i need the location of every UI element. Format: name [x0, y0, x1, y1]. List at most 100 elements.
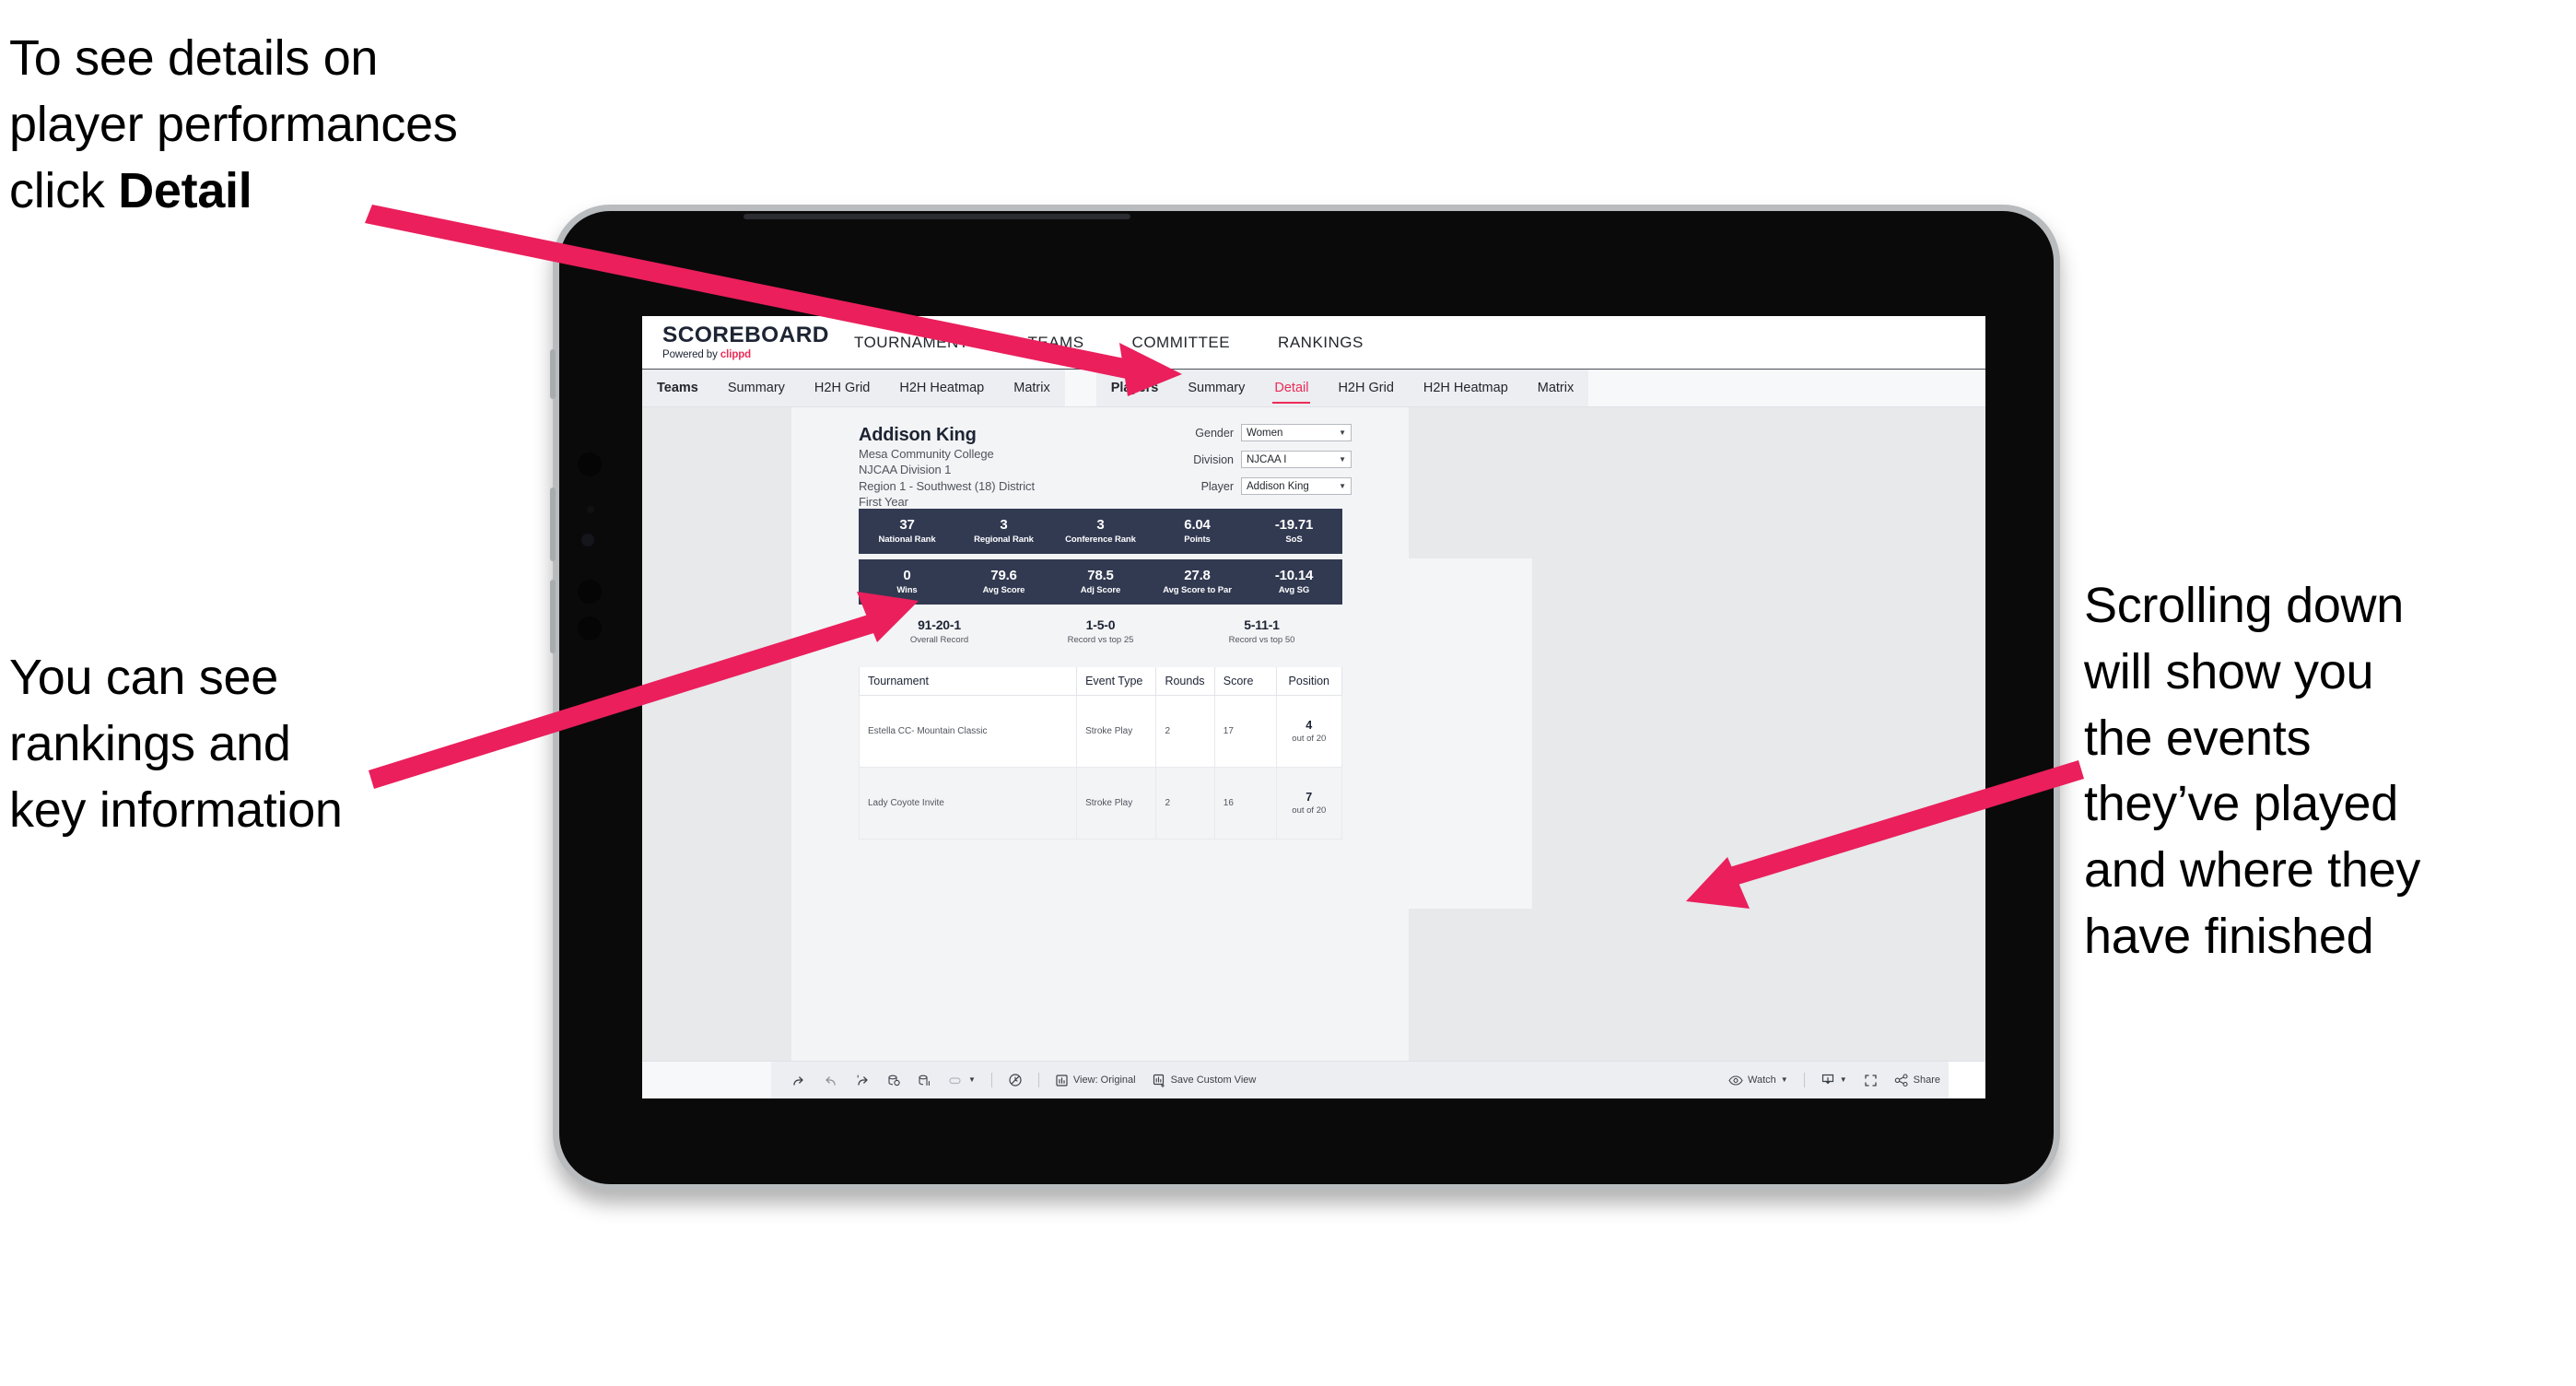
brand-title: SCOREBOARD — [662, 323, 829, 347]
pause-auto-update-button[interactable] — [1000, 1062, 1031, 1098]
viz-toolbar: ▼ View: Original Save Custom View Watch … — [642, 1061, 1985, 1098]
filter-label-division: Division — [1193, 452, 1234, 466]
stat-value: -19.71 — [1274, 516, 1314, 533]
subnav-item-players-h2h-heatmap[interactable]: H2H Heatmap — [1409, 370, 1523, 406]
tablet-speaker-grille — [744, 214, 1130, 219]
tablet-sensor-dot — [587, 506, 594, 513]
tablet-power-button[interactable] — [550, 349, 556, 399]
column-header-tournament[interactable]: Tournament — [858, 667, 1078, 696]
stat-avg-score: 79.6 Avg Score — [955, 567, 1052, 595]
share-button[interactable]: Share — [1886, 1062, 1949, 1098]
nav-item-teams[interactable]: TEAMS — [1003, 316, 1107, 369]
cell-score: 16 — [1213, 767, 1277, 840]
table-row[interactable]: Lady Coyote Invite Stroke Play 2 16 7 ou… — [858, 767, 1343, 840]
stat-avg-sg: -10.14 Avg SG — [1246, 567, 1342, 596]
filter-select-player[interactable]: Addison King ▼ — [1241, 477, 1352, 495]
cell-rounds: 2 — [1155, 695, 1215, 768]
annotation-detail-bold: Detail — [118, 162, 252, 218]
stat-value: 0 — [903, 567, 911, 583]
download-button[interactable]: ▼ — [1812, 1062, 1856, 1098]
record-overall: 91-20-1 Overall Record — [859, 617, 1020, 644]
view-original-icon — [1055, 1074, 1069, 1087]
view-original-button[interactable]: View: Original — [1047, 1062, 1144, 1098]
redo-button[interactable] — [814, 1062, 847, 1098]
filter-select-division[interactable]: NJCAA I ▼ — [1241, 451, 1352, 468]
subnav-divider — [1064, 370, 1096, 406]
player-name: Addison King — [859, 425, 977, 445]
player-division: NJCAA Division 1 — [859, 463, 952, 477]
column-header-position[interactable]: Position — [1275, 667, 1343, 696]
stat-value: 79.6 — [990, 567, 1017, 583]
nav-item-tournaments[interactable]: TOURNAMENTS — [830, 316, 1003, 369]
subnav-item-teams-matrix[interactable]: Matrix — [999, 370, 1064, 406]
filter-value-gender: Women — [1247, 427, 1283, 439]
stat-label: Avg SG — [1278, 585, 1310, 596]
fullscreen-button[interactable] — [1856, 1062, 1886, 1098]
toolbar-divider — [1803, 1073, 1805, 1087]
pause-data-button[interactable] — [909, 1062, 940, 1098]
chevron-down-icon: ▼ — [1339, 428, 1346, 437]
stat-wins: 0 Wins — [859, 567, 955, 596]
brand-logo[interactable]: SCOREBOARD Powered by clippd — [642, 324, 830, 361]
brand-sub-prefix: Powered by — [662, 349, 720, 360]
save-custom-view-label: Save Custom View — [1170, 1075, 1257, 1086]
save-custom-view-button[interactable]: Save Custom View — [1144, 1062, 1265, 1098]
record-value: 91-20-1 — [918, 617, 961, 633]
share-icon — [1894, 1073, 1909, 1087]
subnav-item-players[interactable]: Players — [1096, 370, 1174, 406]
column-header-event-type[interactable]: Event Type — [1076, 667, 1157, 696]
filter-panel: Gender Women ▼ Division NJCAA I ▼ Player… — [1171, 424, 1352, 504]
subnav-item-players-summary[interactable]: Summary — [1173, 370, 1259, 406]
refresh-data-button[interactable] — [879, 1062, 909, 1098]
subnav-item-teams-h2h-heatmap[interactable]: H2H Heatmap — [884, 370, 999, 406]
pan-mode-button[interactable]: ▼ — [940, 1062, 984, 1098]
subnav-item-teams-summary[interactable]: Summary — [713, 370, 800, 406]
tablet-device: SCOREBOARD Powered by clippd TOURNAMENTS… — [550, 205, 2060, 1191]
toolbar-left-pad — [642, 1062, 771, 1098]
toolbar-divider — [990, 1073, 992, 1087]
tablet-volume-up-button[interactable] — [550, 487, 556, 561]
pause-data-icon — [918, 1074, 931, 1087]
filter-select-gender[interactable]: Women ▼ — [1241, 424, 1352, 441]
watch-button[interactable]: Watch ▼ — [1720, 1062, 1797, 1098]
player-region: Region 1 - Southwest (18) District — [859, 478, 1035, 493]
subnav-item-players-matrix[interactable]: Matrix — [1523, 370, 1588, 406]
stat-value: 6.04 — [1184, 516, 1211, 533]
stat-sos: -19.71 SoS — [1246, 516, 1342, 545]
cell-tournament: Estella CC- Mountain Classic — [858, 695, 1078, 768]
chevron-down-icon: ▼ — [968, 1075, 976, 1084]
undo-button[interactable] — [782, 1062, 814, 1098]
chevron-down-icon: ▼ — [1339, 454, 1346, 464]
nav-item-rankings[interactable]: RANKINGS — [1254, 316, 1388, 369]
subnav-item-players-h2h-grid[interactable]: H2H Grid — [1323, 370, 1408, 406]
subnav-item-players-detail[interactable]: Detail — [1259, 370, 1323, 406]
nav-item-committee[interactable]: COMMITTEE — [1108, 316, 1255, 369]
brand-subtitle: Powered by clippd — [662, 349, 830, 360]
table-header-row: Tournament Event Type Rounds Score Posit… — [858, 667, 1343, 696]
stats-strip-scoring: 0 Wins 79.6 Avg Score 78.5 Adj Score 27.… — [859, 559, 1342, 605]
position-number: 7 — [1306, 791, 1313, 804]
tablet-volume-down-button[interactable] — [550, 580, 556, 653]
cell-position: 4 out of 20 — [1275, 695, 1343, 768]
column-header-rounds[interactable]: Rounds — [1155, 667, 1215, 696]
pan-icon — [948, 1075, 964, 1086]
stat-label: Conference Rank — [1065, 534, 1136, 546]
filter-value-division: NJCAA I — [1247, 453, 1287, 465]
revert-button[interactable] — [847, 1062, 879, 1098]
stat-label: Adj Score — [1080, 585, 1121, 596]
stat-value: -10.14 — [1274, 567, 1314, 583]
stat-label: Avg Score to Par — [1163, 585, 1232, 596]
subnav-filler — [1588, 370, 1985, 406]
site-header: SCOREBOARD Powered by clippd TOURNAMENTS… — [642, 316, 1985, 370]
stat-adj-score: 78.5 Adj Score — [1052, 568, 1149, 596]
main-navigation: TOURNAMENTS TEAMS COMMITTEE RANKINGS — [830, 316, 1388, 369]
column-header-score[interactable]: Score — [1213, 667, 1277, 696]
table-row[interactable]: Estella CC- Mountain Classic Stroke Play… — [858, 695, 1343, 768]
toolbar-strip: ▼ View: Original Save Custom View Watch … — [771, 1062, 1949, 1098]
stat-value: 27.8 — [1184, 567, 1211, 583]
subnav-item-teams-h2h-grid[interactable]: H2H Grid — [800, 370, 884, 406]
subnav-item-teams[interactable]: Teams — [642, 370, 713, 406]
stat-national-rank: 37 National Rank — [859, 517, 955, 545]
save-custom-view-icon — [1153, 1074, 1166, 1087]
stat-label: Wins — [896, 585, 918, 596]
